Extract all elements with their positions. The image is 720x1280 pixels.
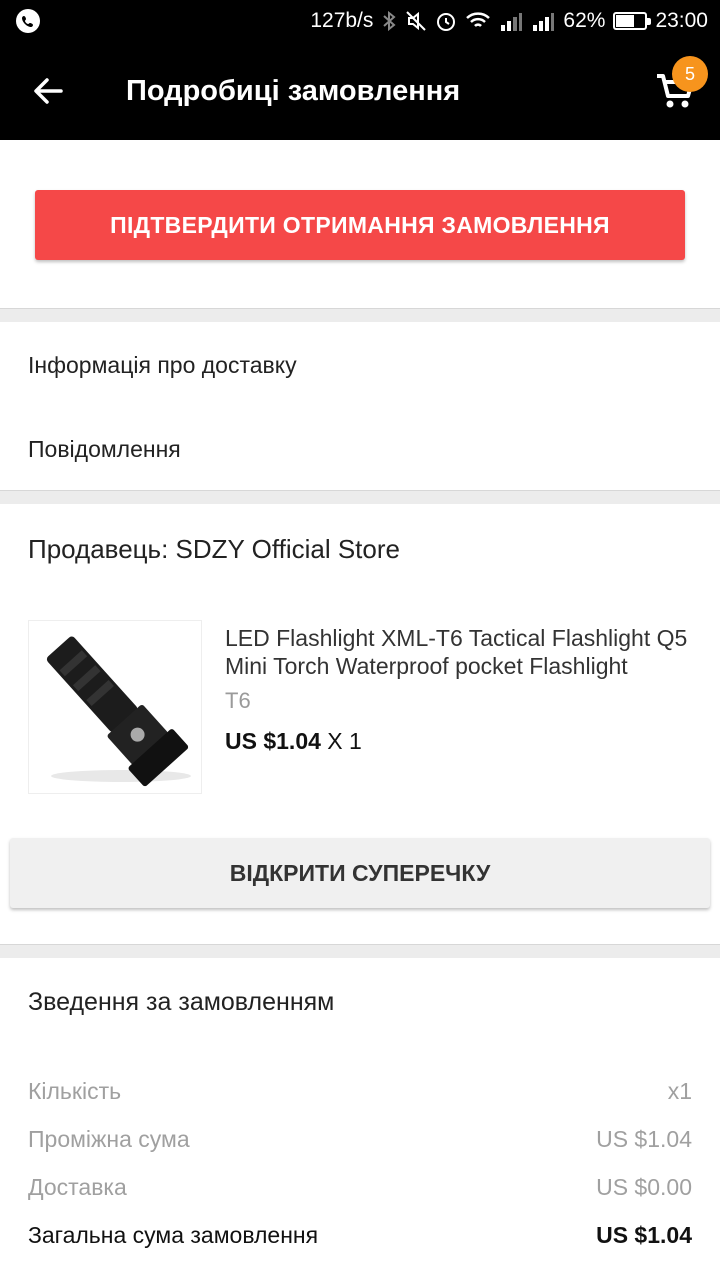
cart-button[interactable]: 5	[630, 42, 720, 140]
battery-percent: 62%	[563, 9, 606, 32]
summary-label: Загальна сума замовлення	[28, 1222, 319, 1248]
product-image[interactable]	[28, 620, 202, 794]
flashlight-image	[46, 636, 191, 787]
summary-label: Кількість	[28, 1078, 122, 1104]
product-price-line: US $1.04 X 1	[225, 728, 362, 755]
summary-value: US $1.04	[596, 1222, 692, 1248]
signal-icon	[499, 11, 523, 31]
summary-value: x1	[667, 1078, 692, 1104]
seller-name[interactable]: Продавець: SDZY Official Store	[28, 534, 400, 565]
cart-count-badge: 5	[672, 56, 708, 92]
battery-level-fill	[616, 15, 634, 27]
back-button[interactable]	[0, 42, 96, 140]
messages-link[interactable]: Повідомлення	[28, 436, 181, 463]
alarm-icon	[435, 10, 457, 32]
signal-icon	[531, 11, 555, 31]
confirm-receipt-button[interactable]: ПІДТВЕРДИТИ ОТРИМАННЯ ЗАМОВЛЕННЯ	[35, 190, 685, 260]
summary-label: Проміжна сума	[28, 1126, 190, 1152]
product-variant: T6	[225, 688, 251, 713]
wifi-icon	[465, 11, 491, 31]
summary-value: US $0.00	[596, 1174, 692, 1200]
product-quantity: X 1	[327, 728, 362, 754]
section-divider	[0, 944, 720, 958]
bluetooth-icon	[381, 10, 397, 32]
summary-row-shipping: Доставка US $0.00	[28, 1174, 692, 1201]
open-dispute-button[interactable]: ВІДКРИТИ СУПЕРЕЧКУ	[10, 838, 710, 908]
page-title: Подробиці замовлення	[126, 74, 461, 107]
app-bar: Подробиці замовлення 5	[0, 42, 720, 140]
summary-row-subtotal: Проміжна сума US $1.04	[28, 1126, 692, 1153]
delivery-info-link[interactable]: Інформація про доставку	[28, 352, 297, 379]
summary-value: US $1.04	[596, 1126, 692, 1152]
status-bar: 127b/s 62% 23:00	[0, 0, 720, 42]
mute-icon	[405, 10, 427, 32]
network-speed: 127b/s	[310, 9, 374, 32]
clock: 23:00	[655, 9, 708, 32]
summary-label: Доставка	[28, 1174, 127, 1200]
product-title[interactable]: LED Flashlight XML-T6 Tactical Flashligh…	[225, 624, 695, 680]
summary-row-total: Загальна сума замовлення US $1.04	[28, 1222, 692, 1249]
summary-row-quantity: Кількість x1	[28, 1078, 692, 1105]
order-summary-title: Зведення за замовленням	[28, 988, 335, 1016]
back-arrow-icon	[34, 78, 63, 104]
section-divider	[0, 308, 720, 322]
product-price: US $1.04	[225, 728, 321, 754]
viber-icon	[16, 9, 40, 33]
battery-icon	[613, 12, 652, 30]
section-divider	[0, 490, 720, 504]
